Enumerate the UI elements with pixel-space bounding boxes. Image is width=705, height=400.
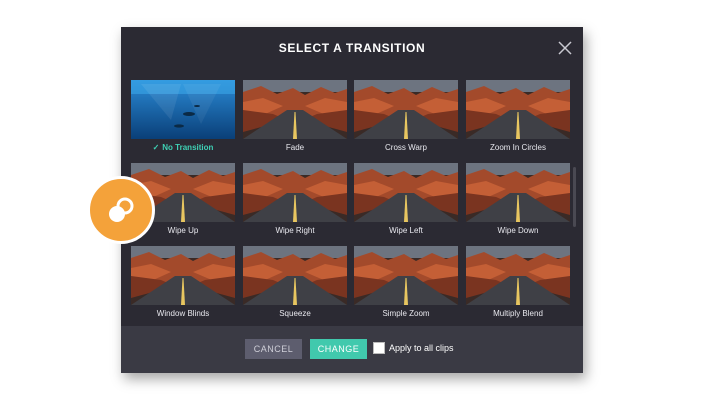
- transition-tile[interactable]: Cross Warp: [354, 80, 458, 160]
- transition-thumbnail: [243, 163, 347, 222]
- transition-thumbnail: [131, 80, 235, 139]
- transition-label: Zoom In Circles: [466, 143, 570, 152]
- transition-label-text: Cross Warp: [385, 143, 427, 152]
- dialog-header: SELECT A TRANSITION: [121, 27, 583, 71]
- transition-thumbnail: [243, 246, 347, 305]
- transition-thumbnail: [354, 163, 458, 222]
- transition-label-text: Simple Zoom: [382, 309, 430, 318]
- apply-to-all-checkbox[interactable]: [373, 342, 385, 354]
- transition-tile[interactable]: Window Blinds: [131, 246, 235, 326]
- transition-thumbnail: [131, 246, 235, 305]
- transition-label: Squeeze: [243, 309, 347, 318]
- transition-thumbnail: [466, 163, 570, 222]
- transition-thumbnail: [466, 246, 570, 305]
- transition-thumbnail: [354, 80, 458, 139]
- transition-tile[interactable]: Simple Zoom: [354, 246, 458, 326]
- transition-label: Simple Zoom: [354, 309, 458, 318]
- transition-label: ✓ No Transition: [131, 143, 235, 152]
- transition-label: Wipe Right: [243, 226, 347, 235]
- transition-tile[interactable]: Multiply Blend: [466, 246, 570, 326]
- transition-label-text: Wipe Down: [497, 226, 539, 235]
- transition-label: Multiply Blend: [466, 309, 570, 318]
- transition-tile[interactable]: ✓ No Transition: [131, 80, 235, 160]
- transition-tile[interactable]: Wipe Left: [354, 163, 458, 243]
- dialog-title: SELECT A TRANSITION: [278, 41, 426, 55]
- transition-tile[interactable]: Wipe Right: [243, 163, 347, 243]
- transition-label-text: Fade: [285, 143, 305, 152]
- dialog-footer: CANCEL CHANGE Apply to all clips: [121, 326, 583, 373]
- transition-label: Wipe Down: [466, 226, 570, 235]
- transition-label-text: Wipe Up: [167, 226, 199, 235]
- transition-label: Cross Warp: [354, 143, 458, 152]
- transition-tile[interactable]: Fade: [243, 80, 347, 160]
- cancel-button[interactable]: CANCEL: [245, 339, 302, 359]
- transition-tile[interactable]: Zoom In Circles: [466, 80, 570, 160]
- transition-tile[interactable]: Squeeze: [243, 246, 347, 326]
- transition-label-text: Multiply Blend: [493, 309, 543, 318]
- toggle-badge[interactable]: [87, 176, 155, 244]
- apply-to-all[interactable]: Apply to all clips: [373, 342, 454, 354]
- close-icon[interactable]: [557, 40, 573, 56]
- transition-thumbnail: [354, 246, 458, 305]
- transition-tile[interactable]: Wipe Down: [466, 163, 570, 243]
- transition-thumbnail: [243, 80, 347, 139]
- transition-label-text: Wipe Left: [389, 226, 423, 235]
- transition-label: Wipe Left: [354, 226, 458, 235]
- apply-to-all-label: Apply to all clips: [389, 343, 454, 353]
- transition-thumbnail: [466, 80, 570, 139]
- transition-label-text: Wipe Right: [275, 226, 315, 235]
- transition-label: Fade: [243, 143, 347, 152]
- transition-dialog: SELECT A TRANSITION ✓ No Transition Fade…: [121, 27, 583, 373]
- transition-label-text: Window Blinds: [156, 309, 210, 318]
- transition-label-text: Zoom In Circles: [489, 143, 546, 152]
- transition-label: Window Blinds: [131, 309, 235, 318]
- transition-label-text: No Transition: [162, 143, 214, 152]
- check-icon: ✓: [152, 143, 160, 152]
- transition-grid: ✓ No Transition Fade Cross Warp Zoom In C…: [131, 80, 571, 326]
- toggle-icon: [109, 197, 134, 222]
- change-button[interactable]: CHANGE: [310, 339, 367, 359]
- transition-label-text: Squeeze: [279, 309, 311, 318]
- scrollbar[interactable]: [573, 167, 576, 227]
